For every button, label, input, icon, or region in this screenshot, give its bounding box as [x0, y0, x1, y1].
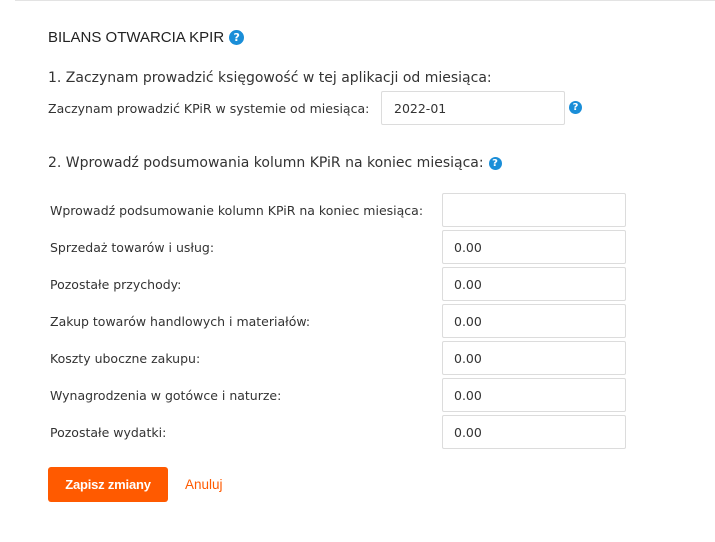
other-expenses-input[interactable]: [442, 415, 626, 449]
row-label-sales: Sprzedaż towarów i usług:: [50, 240, 215, 255]
row-label-other-expenses: Pozostałe wydatki:: [50, 425, 167, 440]
row-label-goods-purchase: Zakup towarów handlowych i materiałów:: [50, 314, 311, 329]
page-title: BILANS OTWARCIA KPIR ?: [48, 29, 245, 46]
cancel-link[interactable]: Anuluj: [185, 477, 223, 492]
row-label-wages: Wynagrodzenia w gotówce i naturze:: [50, 388, 282, 403]
sales-input[interactable]: [442, 230, 626, 264]
section-2-help-icon[interactable]: ?: [488, 156, 502, 170]
start-month-label: Zaczynam prowadzić KPiR w systemie od mi…: [48, 101, 370, 116]
row-label-incidental-costs: Koszty uboczne zakupu:: [50, 351, 201, 366]
page-title-text: BILANS OTWARCIA KPIR: [48, 29, 225, 46]
row-label-other-income: Pozostałe przychody:: [50, 277, 182, 292]
section-2-heading: 2. Wprowadź podsumowania kolumn KPiR na …: [48, 155, 502, 171]
start-month-input[interactable]: [381, 91, 565, 125]
other-income-input[interactable]: [442, 267, 626, 301]
top-divider: [15, 0, 715, 1]
goods-purchase-input[interactable]: [442, 304, 626, 338]
save-changes-button[interactable]: Zapisz zmiany: [48, 467, 168, 502]
wages-input[interactable]: [442, 378, 626, 412]
summary-input[interactable]: [442, 193, 626, 227]
section-1-heading: 1. Zaczynam prowadzić księgowość w tej a…: [48, 70, 492, 86]
section-2-heading-text: 2. Wprowadź podsumowania kolumn KPiR na …: [48, 155, 484, 171]
row-label-summary: Wprowadź podsumowanie kolumn KPiR na kon…: [50, 203, 424, 218]
help-icon[interactable]: ?: [229, 30, 245, 45]
start-month-help-icon[interactable]: ?: [569, 101, 582, 114]
incidental-costs-input[interactable]: [442, 341, 626, 375]
